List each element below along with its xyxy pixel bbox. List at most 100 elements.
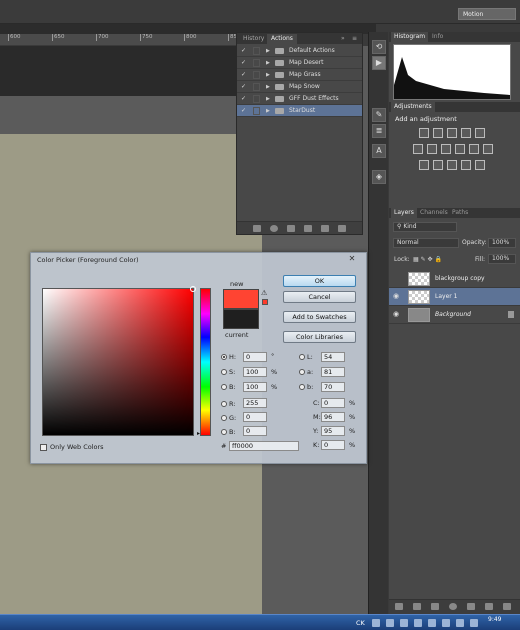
blend-mode-dropdown[interactable]: Normal xyxy=(393,238,459,248)
invert-icon[interactable] xyxy=(419,160,429,170)
toggle-check-icon[interactable]: ✓ xyxy=(241,71,248,79)
lab-b-radio[interactable] xyxy=(299,384,305,390)
hue-slider-handle[interactable]: ▸ xyxy=(197,430,200,437)
color-libraries-button[interactable]: Color Libraries xyxy=(283,331,356,343)
hue-slider[interactable]: ▸ xyxy=(197,288,211,437)
eye-icon[interactable]: ◉ xyxy=(393,293,402,300)
tab-channels[interactable]: Channels xyxy=(417,208,451,218)
trash-icon[interactable] xyxy=(338,225,346,232)
tab-history[interactable]: History xyxy=(239,34,268,44)
brightness-contrast-icon[interactable] xyxy=(419,128,429,138)
actions-panel-icon[interactable]: ▶ xyxy=(372,56,386,70)
new-action-icon[interactable] xyxy=(321,225,329,232)
add-to-swatches-button[interactable]: Add to Swatches xyxy=(283,311,356,323)
r-radio[interactable] xyxy=(221,401,227,407)
lab-b-field[interactable]: 70 xyxy=(321,382,345,392)
vibrance-icon[interactable] xyxy=(475,128,485,138)
k-field[interactable]: 0 xyxy=(321,440,345,450)
s-radio[interactable] xyxy=(221,369,227,375)
layer-row[interactable]: ◉ Background xyxy=(389,306,520,324)
cancel-button[interactable]: Cancel xyxy=(283,291,356,303)
dialog-toggle[interactable] xyxy=(253,83,260,91)
curves-icon[interactable] xyxy=(447,128,457,138)
dialog-toggle[interactable] xyxy=(253,107,260,115)
y-field[interactable]: 95 xyxy=(321,426,345,436)
mask-icon[interactable] xyxy=(431,603,439,610)
h-field[interactable]: 0 xyxy=(243,352,267,362)
new-set-icon[interactable] xyxy=(304,225,312,232)
brush-panel-icon[interactable]: ✎ xyxy=(372,108,386,122)
toggle-check-icon[interactable]: ✓ xyxy=(241,59,248,67)
panel-menu-icon[interactable]: ≡ xyxy=(348,34,361,44)
action-set-row[interactable]: ✓ ▶ Map Grass xyxy=(237,69,362,81)
out-of-gamut-warning-icon[interactable]: ⚠ xyxy=(261,289,267,297)
c-field[interactable]: 0 xyxy=(321,398,345,408)
tray-app-icon[interactable] xyxy=(414,619,422,627)
3d-panel-icon[interactable]: ◈ xyxy=(372,170,386,184)
close-icon[interactable]: ✕ xyxy=(341,254,363,264)
black-white-icon[interactable] xyxy=(441,144,451,154)
toggle-check-icon[interactable]: ✓ xyxy=(241,47,248,55)
history-panel-icon[interactable]: ⟲ xyxy=(372,40,386,54)
trash-icon[interactable] xyxy=(503,603,511,610)
a-radio[interactable] xyxy=(299,369,305,375)
threshold-icon[interactable] xyxy=(447,160,457,170)
posterize-icon[interactable] xyxy=(433,160,443,170)
action-set-row[interactable]: ✓ ▶ Map Snow xyxy=(237,81,362,93)
selective-color-icon[interactable] xyxy=(475,160,485,170)
tray-flag-icon[interactable] xyxy=(372,619,380,627)
record-icon[interactable] xyxy=(270,225,278,232)
blue-field[interactable]: 0 xyxy=(243,426,267,436)
fx-icon[interactable] xyxy=(413,603,421,610)
play-icon[interactable] xyxy=(287,225,295,232)
tab-adjustments[interactable]: Adjustments xyxy=(391,102,435,112)
tab-paths[interactable]: Paths xyxy=(449,208,471,218)
channel-mixer-icon[interactable] xyxy=(469,144,479,154)
blue-radio[interactable] xyxy=(221,429,227,435)
tab-info[interactable]: Info xyxy=(429,32,446,42)
tray-app-icon[interactable] xyxy=(400,619,408,627)
tab-actions[interactable]: Actions xyxy=(267,34,297,44)
link-icon[interactable] xyxy=(395,603,403,610)
action-set-row[interactable]: ✓ ▶ Default Actions xyxy=(237,45,362,57)
saturation-brightness-field[interactable] xyxy=(42,286,196,436)
expand-triangle-icon[interactable]: ▶ xyxy=(266,105,270,117)
tray-app-icon[interactable] xyxy=(442,619,450,627)
new-layer-icon[interactable] xyxy=(485,603,493,610)
expand-triangle-icon[interactable]: ▶ xyxy=(266,93,270,105)
s-field[interactable]: 100 xyxy=(243,367,267,377)
tray-app-icon[interactable] xyxy=(428,619,436,627)
language-indicator[interactable]: CK xyxy=(356,619,365,627)
tray-volume-icon[interactable] xyxy=(456,619,464,627)
expand-triangle-icon[interactable]: ▶ xyxy=(266,81,270,93)
current-color-swatch[interactable] xyxy=(223,309,259,329)
l-radio[interactable] xyxy=(299,354,305,360)
dialog-toggle[interactable] xyxy=(253,47,260,55)
layer-row-selected[interactable]: ◉ Layer 1 xyxy=(389,288,520,306)
expand-triangle-icon[interactable]: ▶ xyxy=(266,45,270,57)
hex-field[interactable]: ff0000 xyxy=(229,441,299,451)
ok-button[interactable]: OK xyxy=(283,275,356,287)
clock[interactable]: 9:49 xyxy=(488,616,501,623)
dialog-toggle[interactable] xyxy=(253,59,260,67)
tab-histogram[interactable]: Histogram xyxy=(391,32,429,42)
expand-triangle-icon[interactable]: ▶ xyxy=(266,69,270,81)
panel-collapse-icon[interactable]: » xyxy=(337,34,349,44)
dialog-toggle[interactable] xyxy=(253,95,260,103)
visibility-toggle[interactable] xyxy=(393,275,402,282)
eye-icon[interactable]: ◉ xyxy=(393,311,402,318)
toggle-check-icon[interactable]: ✓ xyxy=(241,107,248,115)
expand-triangle-icon[interactable]: ▶ xyxy=(266,57,270,69)
h-radio[interactable] xyxy=(221,354,227,360)
color-balance-icon[interactable] xyxy=(427,144,437,154)
a-field[interactable]: 81 xyxy=(321,367,345,377)
l-field[interactable]: 54 xyxy=(321,352,345,362)
opacity-field[interactable]: 100% xyxy=(488,238,516,248)
r-field[interactable]: 255 xyxy=(243,398,267,408)
workspace-dropdown[interactable]: Motion xyxy=(458,8,516,20)
gradient-map-icon[interactable] xyxy=(461,160,471,170)
layer-row[interactable]: blackgroup copy xyxy=(389,270,520,288)
photo-filter-icon[interactable] xyxy=(455,144,465,154)
only-web-colors-checkbox[interactable] xyxy=(40,444,47,451)
toggle-check-icon[interactable]: ✓ xyxy=(241,83,248,91)
